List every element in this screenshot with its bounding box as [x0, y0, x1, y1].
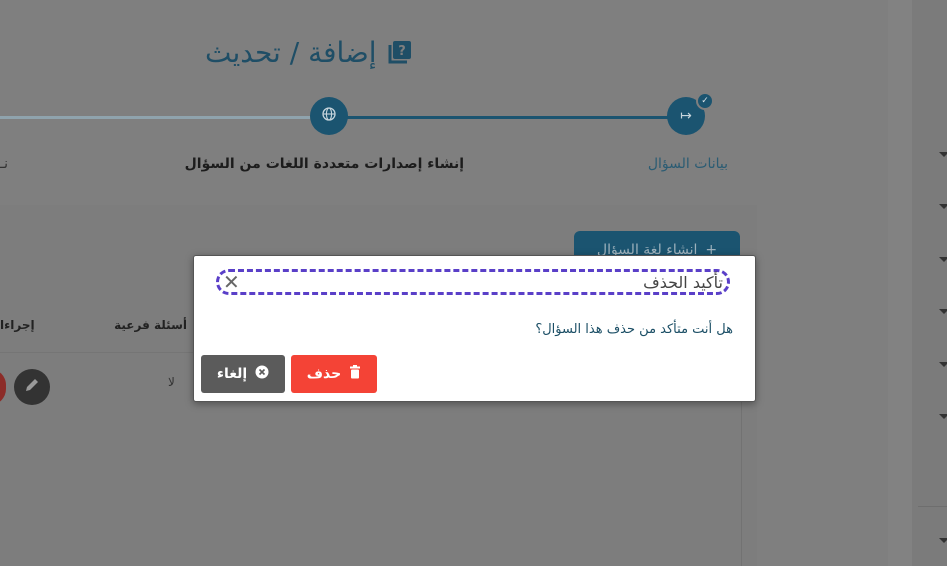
chevron-down-icon[interactable]: [939, 309, 947, 314]
cancel-label: إلغاء: [216, 366, 248, 382]
step-2-circle[interactable]: [310, 97, 348, 135]
table-cell-sub-questions: لا: [168, 375, 175, 389]
cancel-button[interactable]: إلغاء: [201, 355, 285, 393]
dialog-message: هل أنت متأكد من حذف هذا السؤال؟: [535, 322, 733, 337]
delete-label: حذف: [306, 366, 342, 382]
sidebar-divider: [918, 506, 947, 507]
arrow-right-icon: ↦: [680, 108, 692, 124]
confirm-delete-dialog: تأكيد الحذف ✕ هل أنت متأكد من حذف هذا ال…: [193, 255, 756, 402]
trash-icon: [349, 365, 361, 383]
check-icon: ✓: [696, 92, 714, 110]
chevron-down-icon[interactable]: [939, 204, 947, 209]
stepper-line-pending: [0, 116, 310, 119]
table-header-sub-questions: أسئلة فرعية: [114, 318, 187, 332]
page-title-text: إضافة / تحديث: [205, 35, 377, 69]
dialog-header: تأكيد الحذف ✕: [216, 269, 730, 295]
page-title: ? إضافة / تحديث: [205, 32, 413, 72]
svg-text:?: ?: [398, 44, 406, 59]
close-icon[interactable]: ✕: [223, 272, 240, 292]
chevron-down-icon[interactable]: [939, 414, 947, 419]
stepper-line-complete: [346, 116, 670, 119]
close-circle-icon: [255, 365, 269, 383]
right-sidebar: [888, 0, 947, 566]
right-sidebar-inner: [912, 0, 947, 566]
chevron-down-icon[interactable]: [939, 257, 947, 262]
dialog-title: تأكيد الحذف: [643, 272, 723, 292]
chevron-down-icon[interactable]: [939, 538, 947, 543]
step-2-label[interactable]: إنشاء إصدارات متعددة اللغات من السؤال: [185, 156, 464, 172]
chevron-down-icon[interactable]: [939, 362, 947, 367]
table-header-actions: إجراءا: [0, 318, 35, 332]
step-1-label[interactable]: بيانات السؤال: [648, 156, 728, 172]
chevron-down-icon[interactable]: [939, 152, 947, 157]
question-book-icon: ?: [387, 39, 413, 65]
delete-button[interactable]: حذف: [291, 355, 377, 393]
pencil-icon: [24, 377, 40, 397]
globe-icon: [322, 107, 336, 125]
step-3-label[interactable]: نـ: [0, 156, 8, 172]
edit-button[interactable]: [14, 369, 50, 405]
